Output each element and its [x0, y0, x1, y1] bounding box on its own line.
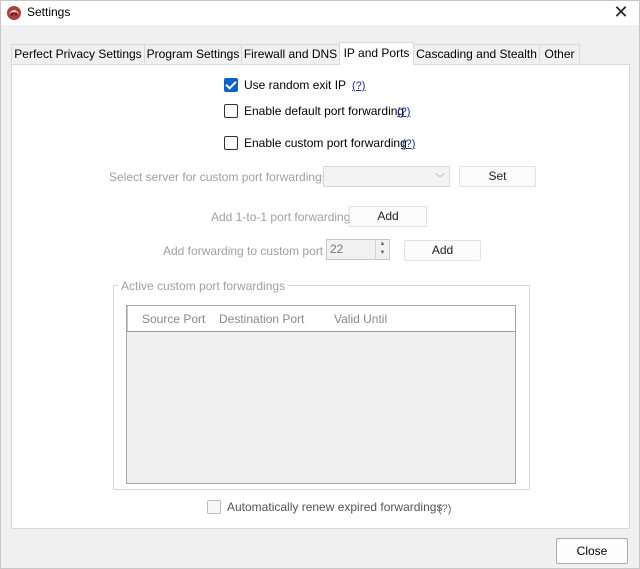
tab-cascading-and-stealth[interactable]: Cascading and Stealth	[413, 44, 540, 63]
active-forwardings-title: Active custom port forwardings	[118, 279, 289, 293]
close-button[interactable]: Close	[556, 538, 628, 564]
app-logo-icon	[7, 6, 21, 20]
forwardings-list-header: Source Port Destination Port Valid Until	[127, 306, 515, 332]
settings-window: Settings ✕ Perfect Privacy Settings Prog…	[0, 0, 640, 569]
custom-port-value: 22	[330, 242, 344, 256]
forwardings-list-body	[127, 332, 515, 483]
custom-port-forwarding-label-text: Add forwarding to custom port	[163, 244, 324, 258]
column-valid-until[interactable]: Valid Until	[334, 312, 387, 326]
custom-port-forwarding-help-link[interactable]: (?)	[402, 138, 415, 150]
add-custom-port-button[interactable]: Add	[404, 240, 481, 261]
set-server-button[interactable]: Set	[459, 166, 536, 187]
column-source-port[interactable]: Source Port	[142, 312, 205, 326]
auto-renew-help-link[interactable]: (?)	[438, 503, 451, 515]
tab-perfect-privacy-settings[interactable]: Perfect Privacy Settings	[11, 44, 145, 63]
default-port-forwarding-label: Enable default port forwarding	[244, 104, 405, 118]
column-destination-port[interactable]: Destination Port	[219, 312, 304, 326]
tab-other[interactable]: Other	[539, 44, 580, 63]
tab-ip-and-ports[interactable]: IP and Ports	[339, 42, 414, 65]
window-title: Settings	[27, 5, 71, 19]
auto-renew-checkbox[interactable]	[207, 500, 221, 514]
spin-arrows-icon[interactable]: ▲ ▼	[375, 240, 389, 259]
default-port-forwarding-checkbox[interactable]	[224, 104, 238, 118]
tab-program-settings[interactable]: Program Settings	[144, 44, 242, 63]
server-select-label: Select server for custom port forwarding…	[109, 170, 328, 184]
chevron-down-icon: ﹀	[435, 174, 445, 185]
server-select-dropdown[interactable]: ﹀	[323, 166, 450, 187]
column-separator	[127, 306, 128, 331]
close-window-icon[interactable]: ✕	[611, 2, 631, 22]
custom-port-forwarding-label: Enable custom port forwarding	[244, 136, 407, 150]
random-exit-ip-help-link[interactable]: (?)	[352, 80, 365, 92]
custom-port-forwarding-checkbox[interactable]	[224, 136, 238, 150]
tab-firewall-and-dns[interactable]: Firewall and DNS	[241, 44, 340, 63]
add-one-to-one-button[interactable]: Add	[349, 206, 427, 227]
random-exit-ip-label: Use random exit IP	[244, 78, 347, 92]
forwardings-list[interactable]: Source Port Destination Port Valid Until	[126, 305, 516, 484]
one-to-one-forwarding-label: Add 1-to-1 port forwarding	[211, 210, 351, 224]
random-exit-ip-checkbox[interactable]	[224, 78, 238, 92]
default-port-forwarding-help-link[interactable]: (?)	[397, 106, 410, 118]
custom-port-stepper[interactable]: 22 ▲ ▼	[326, 239, 390, 260]
title-bar: Settings ✕	[1, 1, 639, 25]
auto-renew-label: Automatically renew expired forwardings	[227, 500, 443, 514]
